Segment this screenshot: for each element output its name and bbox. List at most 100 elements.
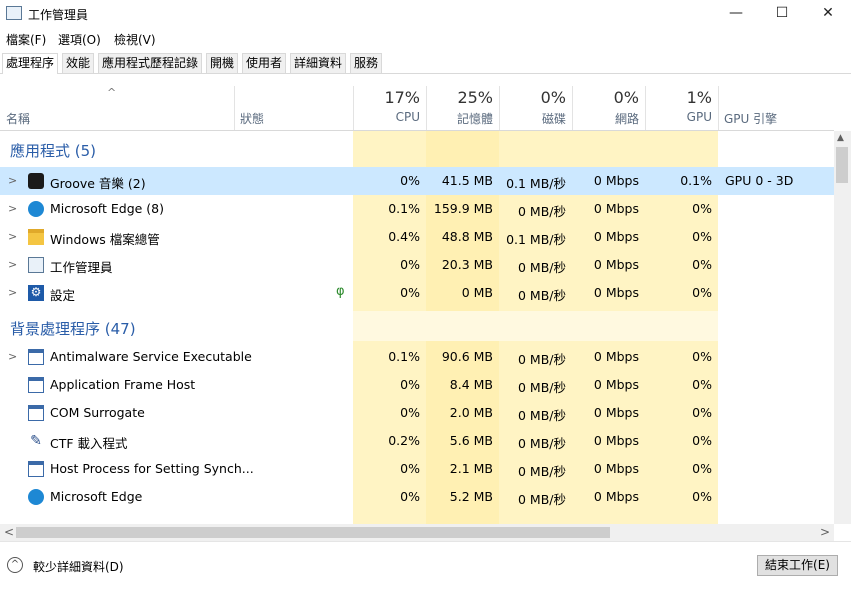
process-name: CTF 載入程式 bbox=[50, 436, 128, 451]
process-name: 工作管理員 bbox=[50, 260, 113, 275]
tab-processes[interactable]: 處理程序 bbox=[2, 53, 59, 74]
col-status-label: 狀態 bbox=[240, 112, 265, 126]
maximize-button[interactable]: ☐ bbox=[759, 0, 805, 28]
expand-chevron-icon[interactable]: > bbox=[8, 230, 17, 243]
scroll-up-icon[interactable]: ▲ bbox=[837, 133, 844, 143]
disk-value: 0 MB/秒 bbox=[518, 464, 566, 479]
gpu-value: 0% bbox=[692, 461, 712, 476]
gpu-value: 0% bbox=[692, 377, 712, 392]
col-status[interactable]: 狀態 bbox=[234, 86, 353, 130]
vertical-scrollbar[interactable]: ▲ bbox=[834, 131, 851, 524]
footer bbox=[0, 541, 851, 590]
cpu-value: 0% bbox=[400, 257, 420, 272]
memory-value: 5.2 MB bbox=[449, 489, 493, 504]
service-window-icon bbox=[28, 349, 44, 365]
memory-value: 8.4 MB bbox=[449, 377, 493, 392]
suspended-leaf-icon: φ bbox=[336, 284, 345, 299]
table-row[interactable]: ✎ CTF 載入程式 0.2% 5.6 MB 0 MB/秒 0 Mbps 0% bbox=[0, 427, 834, 455]
table-row[interactable]: > Antimalware Service Executable 0.1% 90… bbox=[0, 343, 834, 371]
memory-total: 25% bbox=[457, 88, 493, 107]
vertical-scroll-thumb[interactable] bbox=[836, 147, 848, 183]
expand-chevron-icon[interactable]: > bbox=[8, 202, 17, 215]
table-row[interactable]: > Microsoft Edge (8) 0.1% 159.9 MB 0 MB/… bbox=[0, 195, 834, 223]
table-row[interactable]: > ⚙ 設定 φ 0% 0 MB 0 MB/秒 0 Mbps 0% bbox=[0, 279, 834, 307]
process-name: Microsoft Edge (8) bbox=[50, 201, 164, 216]
gpu-value: 0% bbox=[692, 285, 712, 300]
table-row[interactable]: > Windows 檔案總管 0.4% 48.8 MB 0.1 MB/秒 0 M… bbox=[0, 223, 834, 251]
disk-value: 0 MB/秒 bbox=[518, 352, 566, 367]
network-value: 0 Mbps bbox=[593, 433, 639, 448]
edge-icon bbox=[28, 489, 44, 505]
col-disk[interactable]: 0% 磁碟 bbox=[499, 86, 572, 130]
network-value: 0 Mbps bbox=[593, 257, 639, 272]
col-cpu-label: CPU bbox=[395, 110, 420, 124]
menu-view[interactable]: 檢視(V) bbox=[114, 31, 156, 48]
cpu-value: 0.4% bbox=[388, 229, 420, 244]
end-task-button[interactable]: 結束工作(E) bbox=[757, 555, 838, 576]
col-network[interactable]: 0% 網路 bbox=[572, 86, 645, 130]
process-name: 設定 bbox=[50, 288, 76, 303]
scroll-left-icon[interactable]: < bbox=[4, 525, 14, 539]
gpu-value: 0% bbox=[692, 433, 712, 448]
service-window-icon bbox=[28, 377, 44, 393]
scroll-right-icon[interactable]: > bbox=[820, 525, 830, 539]
minimize-button[interactable]: — bbox=[713, 0, 759, 28]
col-memory[interactable]: 25% 記憶體 bbox=[426, 86, 499, 130]
table-row[interactable]: > Groove 音樂 (2) 0% 41.5 MB 0.1 MB/秒 0 Mb… bbox=[0, 167, 834, 195]
tab-startup[interactable]: 開機 bbox=[206, 53, 239, 73]
disk-value: 0 MB/秒 bbox=[518, 260, 566, 275]
col-gpu-engine[interactable]: GPU 引擎 bbox=[718, 86, 834, 130]
task-manager-app-icon bbox=[6, 6, 22, 20]
expand-chevron-icon[interactable]: > bbox=[8, 286, 17, 299]
table-row[interactable]: Host Process for Setting Synch... 0% 2.1… bbox=[0, 455, 834, 483]
tab-app-history[interactable]: 應用程式歷程記錄 bbox=[98, 53, 203, 73]
network-value: 0 Mbps bbox=[593, 173, 639, 188]
network-value: 0 Mbps bbox=[593, 201, 639, 216]
gpu-value: 0% bbox=[692, 489, 712, 504]
close-icon: ✕ bbox=[822, 5, 834, 21]
service-window-icon bbox=[28, 405, 44, 421]
expand-chevron-icon[interactable]: > bbox=[8, 350, 17, 363]
gpu-value: 0.1% bbox=[680, 173, 712, 188]
collapse-up-icon[interactable]: ^ bbox=[7, 557, 23, 573]
disk-value: 0 MB/秒 bbox=[518, 436, 566, 451]
gpu-value: 0% bbox=[692, 229, 712, 244]
cpu-value: 0% bbox=[400, 405, 420, 420]
menu-options[interactable]: 選項(O) bbox=[58, 31, 101, 48]
memory-value: 0 MB bbox=[461, 285, 493, 300]
menu-file[interactable]: 檔案(F) bbox=[6, 31, 46, 48]
expand-chevron-icon[interactable]: > bbox=[8, 258, 17, 271]
title-bar: 工作管理員 — ☐ ✕ bbox=[0, 0, 851, 28]
tab-performance[interactable]: 效能 bbox=[62, 53, 95, 73]
menu-bar: 檔案(F) 選項(O) 檢視(V) bbox=[0, 28, 851, 48]
table-row[interactable]: COM Surrogate 0% 2.0 MB 0 MB/秒 0 Mbps 0% bbox=[0, 399, 834, 427]
disk-total: 0% bbox=[540, 88, 566, 107]
settings-gear-icon: ⚙ bbox=[28, 285, 44, 301]
disk-value: 0 MB/秒 bbox=[518, 204, 566, 219]
network-value: 0 Mbps bbox=[593, 377, 639, 392]
table-row[interactable]: > 工作管理員 0% 20.3 MB 0 MB/秒 0 Mbps 0% bbox=[0, 251, 834, 279]
cpu-value: 0.2% bbox=[388, 433, 420, 448]
fewer-details-link[interactable]: 較少詳細資料(D) bbox=[33, 558, 124, 575]
tab-users[interactable]: 使用者 bbox=[242, 53, 287, 73]
col-disk-label: 磁碟 bbox=[541, 112, 566, 126]
gpu-total: 1% bbox=[686, 88, 712, 107]
col-name[interactable]: 名稱 bbox=[0, 86, 234, 130]
memory-value: 48.8 MB bbox=[441, 229, 493, 244]
task-manager-icon bbox=[28, 257, 44, 273]
process-name: Windows 檔案總管 bbox=[50, 232, 160, 247]
disk-value: 0 MB/秒 bbox=[518, 380, 566, 395]
network-value: 0 Mbps bbox=[593, 285, 639, 300]
expand-chevron-icon[interactable]: > bbox=[8, 174, 17, 187]
table-row[interactable]: Microsoft Edge 0% 5.2 MB 0 MB/秒 0 Mbps 0… bbox=[0, 483, 834, 511]
horizontal-scroll-thumb[interactable] bbox=[16, 527, 610, 538]
col-gpu[interactable]: 1% GPU bbox=[645, 86, 718, 130]
memory-value: 20.3 MB bbox=[441, 257, 493, 272]
tab-services[interactable]: 服務 bbox=[350, 53, 383, 73]
table-row[interactable]: Application Frame Host 0% 8.4 MB 0 MB/秒 … bbox=[0, 371, 834, 399]
close-button[interactable]: ✕ bbox=[805, 0, 851, 28]
col-cpu[interactable]: 17% CPU bbox=[353, 86, 426, 130]
tab-details[interactable]: 詳細資料 bbox=[290, 53, 347, 73]
memory-value: 159.9 MB bbox=[433, 201, 493, 216]
maximize-icon: ☐ bbox=[775, 5, 789, 21]
